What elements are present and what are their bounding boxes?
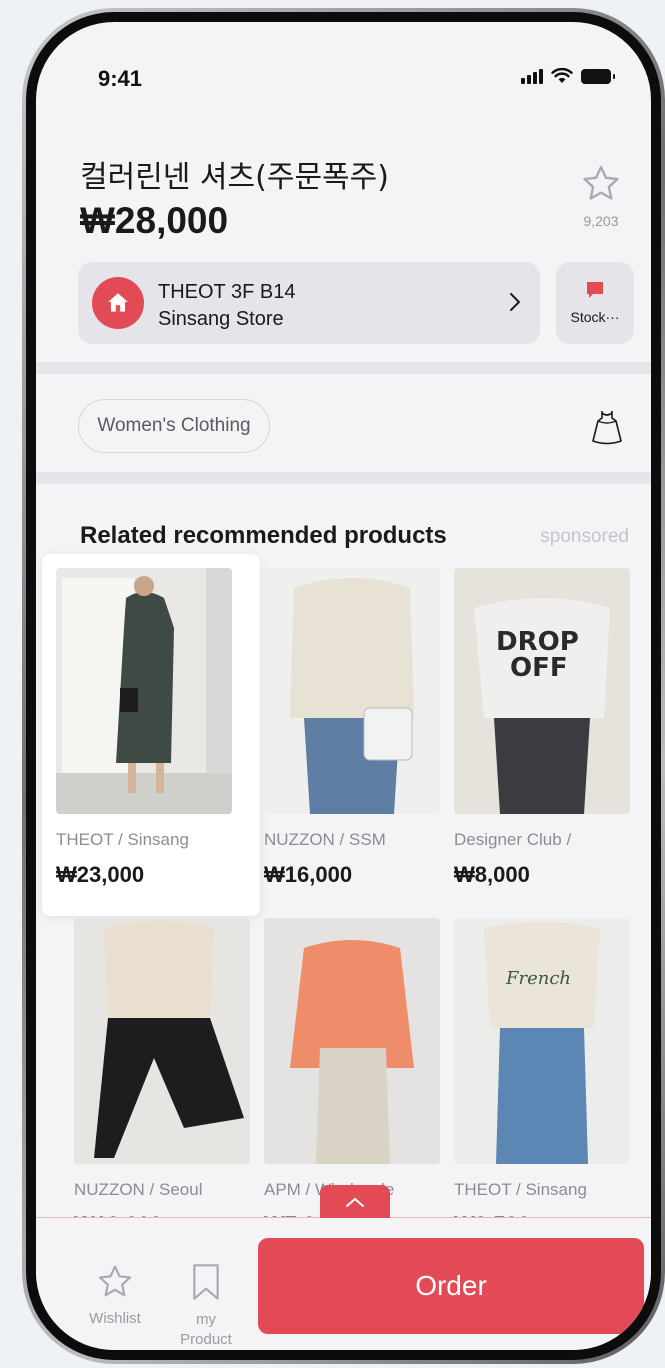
product-card[interactable]: DROP OFF Designer Club / ₩8,000 <box>454 568 630 888</box>
product-card[interactable]: NUZZON / Seoul ₩12,000 <box>74 918 250 1238</box>
star-icon <box>583 165 619 200</box>
product-seller: THEOT / Sinsang <box>454 1180 587 1199</box>
status-time: 9:41 <box>98 66 143 91</box>
product-photo <box>264 918 440 1164</box>
chevron-right-icon <box>510 293 521 311</box>
chat-icon <box>587 282 603 298</box>
section-title: Related recommended products <box>80 522 447 549</box>
stock-label: Stock··· <box>570 309 620 325</box>
product-price: ₩8,000 <box>454 862 530 887</box>
store-name: Sinsang Store <box>158 308 284 330</box>
product-image: French <box>454 918 630 1164</box>
product-photo: DROP OFF <box>454 568 630 814</box>
product-price: ₩16,000 <box>264 862 353 887</box>
dress-icon[interactable] <box>589 407 625 447</box>
product-image <box>264 918 440 1164</box>
my-product-label: my Product <box>180 1311 232 1348</box>
category-chip[interactable]: Women's Clothing <box>78 399 270 453</box>
star-icon <box>98 1265 132 1297</box>
phone-bezel: 9:41 컬러린넨 셔츠(주문폭주) ₩28,000 9,203 THEOT 3… <box>26 12 661 1360</box>
wifi-icon <box>551 68 573 83</box>
favorite-button[interactable]: 9,203 <box>571 162 631 229</box>
product-card[interactable]: French THEOT / Sinsang ₩3,500 <box>454 918 630 1238</box>
product-image <box>74 918 250 1164</box>
product-card[interactable]: NUZZON / SSM ₩16,000 <box>264 568 440 888</box>
product-seller: THEOT / Sinsang <box>56 830 189 849</box>
store-location: THEOT 3F B14 <box>158 281 296 303</box>
product-price: ₩23,000 <box>56 862 145 887</box>
section-divider <box>36 472 651 484</box>
store-logo <box>92 277 144 329</box>
chevron-up-icon <box>346 1197 364 1207</box>
signal-icon <box>521 68 543 84</box>
product-photo: French <box>454 918 630 1164</box>
svg-text:French: French <box>505 968 571 989</box>
product-image: DROP OFF <box>454 568 630 814</box>
stock-chat-button[interactable]: Stock··· <box>556 262 634 344</box>
product-photo <box>56 568 232 814</box>
order-button[interactable]: Order <box>258 1238 644 1334</box>
status-bar: 9:41 <box>36 22 651 92</box>
store-card[interactable]: THEOT 3F B14 Sinsang Store <box>78 262 540 344</box>
product-image <box>264 568 440 814</box>
battery-icon <box>581 68 615 84</box>
product-seller: NUZZON / SSM <box>264 830 386 849</box>
status-icons <box>521 68 615 84</box>
product-price: ₩28,000 <box>80 200 229 241</box>
phone-frame: 9:41 컬러린넨 셔츠(주문폭주) ₩28,000 9,203 THEOT 3… <box>22 8 665 1364</box>
my-product-button[interactable]: my Product <box>166 1262 246 1350</box>
product-photo <box>264 568 440 814</box>
wishlist-label: Wishlist <box>89 1310 141 1327</box>
wishlist-button[interactable]: Wishlist <box>80 1262 150 1327</box>
product-photo <box>74 918 250 1164</box>
bookmark-icon <box>193 1264 219 1300</box>
sponsored-label: sponsored <box>540 526 629 547</box>
scroll-up-button[interactable] <box>320 1185 390 1218</box>
home-icon <box>108 293 128 312</box>
app-screen: 9:41 컬러린넨 셔츠(주문폭주) ₩28,000 9,203 THEOT 3… <box>36 22 651 1350</box>
product-card[interactable]: THEOT / Sinsang ₩23,000 <box>56 568 232 888</box>
favorite-count: 9,203 <box>583 213 619 229</box>
product-seller: NUZZON / Seoul <box>74 1180 203 1199</box>
product-title: 컬러린넨 셔츠(주문폭주) <box>80 160 389 195</box>
section-divider <box>36 362 651 374</box>
product-seller: Designer Club / <box>454 830 572 849</box>
svg-text:OFF: OFF <box>510 653 568 683</box>
product-image <box>56 568 232 814</box>
